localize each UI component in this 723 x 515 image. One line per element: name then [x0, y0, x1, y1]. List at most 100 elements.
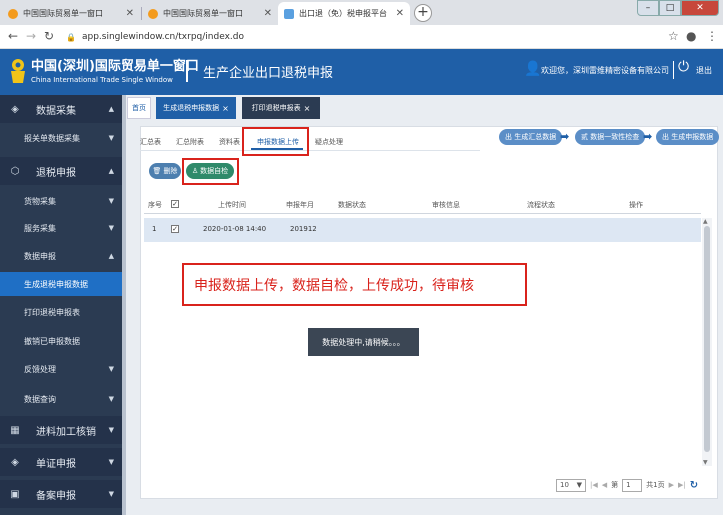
consistency-check-button[interactable]: 贰 数据一致性检查 — [575, 129, 646, 145]
subtab-material[interactable]: 资料表 — [219, 137, 240, 147]
browser-tab-3[interactable]: 出口退（免）税申报平台 ✕ — [278, 2, 410, 25]
sidebar-item-refund-declaration[interactable]: ⬡ 退税申报 ▲ — [0, 157, 122, 185]
reload-icon[interactable]: ↻ — [44, 29, 54, 43]
emblem-icon — [11, 59, 25, 83]
address-bar: ← → ↻ 🔒 app.singlewindow.cn/txrpq/index.… — [0, 25, 723, 49]
chevron-up-icon: ▲ — [108, 105, 114, 113]
tab-label: 生成退税申报数据 — [163, 104, 220, 112]
logout-link[interactable]: 退出 — [696, 65, 712, 76]
trash-icon: 🗑 — [152, 167, 162, 175]
scroll-up-icon[interactable]: ▲ — [703, 218, 708, 225]
window-controls: – □ ✕ — [637, 0, 719, 16]
refresh-icon[interactable]: ↻ — [690, 480, 698, 491]
subtab-summary-attachment[interactable]: 汇总附表 — [176, 137, 204, 147]
pagination: 10 ▼ |◀ ◀ 第 1 共1页 ▶ ▶| ↻ — [556, 478, 698, 492]
page-size-select[interactable]: 10 ▼ — [556, 478, 586, 492]
page-number-input[interactable]: 1 — [622, 478, 643, 492]
layers-icon: ◈ — [11, 456, 19, 468]
sidebar-item-filing-declaration[interactable]: ▣ 备案申报 ▼ — [0, 480, 122, 508]
generate-declaration-button[interactable]: 出 生成申报数据 — [656, 129, 720, 145]
table-scrollbar[interactable]: ▲ ▼ — [702, 218, 712, 466]
period-cell: 201912 — [290, 225, 317, 233]
prev-page-icon[interactable]: ◀ — [602, 481, 607, 489]
chevron-up-icon: ▲ — [108, 252, 114, 260]
row-index: 1 — [152, 225, 157, 233]
subtab-doubt-handling[interactable]: 疑点处理 — [315, 137, 343, 147]
last-page-icon[interactable]: ▶| — [678, 481, 686, 489]
export-icon: 出 — [505, 133, 512, 141]
menu-icon[interactable]: ⋮ — [706, 29, 718, 43]
sidebar-item-label: 服务采集 — [24, 223, 56, 233]
close-icon[interactable]: × — [222, 104, 229, 113]
table-row[interactable]: 1 ✓ 2020-01-08 14:40 201912 — [144, 218, 701, 242]
sidebar-item-customs-collection[interactable]: 报关单数据采集 ▼ — [0, 126, 122, 150]
sidebar-item-label: 数据查询 — [24, 394, 56, 404]
power-icon[interactable]: ⏻ — [678, 59, 689, 75]
close-window-button[interactable]: ✕ — [681, 0, 719, 16]
export-icon: 出 — [662, 133, 669, 141]
account-icon[interactable]: ● — [686, 29, 696, 43]
sidebar-item-label: 数据采集 — [36, 105, 76, 117]
sidebar-item-feedback[interactable]: 反馈处理 ▼ — [0, 357, 122, 381]
sidebar-item-document-declaration[interactable]: ◈ 单证申报 ▼ — [0, 448, 122, 476]
close-icon[interactable]: × — [304, 104, 311, 113]
close-icon[interactable]: ✕ — [126, 8, 134, 19]
button-label: 删除 — [163, 167, 178, 175]
close-icon[interactable]: ✕ — [264, 8, 272, 19]
tab-label: 首页 — [132, 104, 146, 112]
site-subtitle: China International Trade Single Window — [31, 76, 173, 84]
browser-tab-2[interactable]: 中国国际贸易单一窗口 ✕ — [142, 2, 278, 25]
site-name: 中国(深圳)国际贸易单一窗口 — [31, 59, 199, 74]
button-label: 生成汇总数据 — [514, 133, 557, 141]
tab-home[interactable]: 首页 — [127, 97, 151, 119]
button-label: 生成申报数据 — [671, 133, 714, 141]
column-header: 数据状态 — [338, 201, 366, 209]
generate-summary-button[interactable]: 出 生成汇总数据 — [499, 129, 563, 145]
browser-tab-1[interactable]: 中国国际贸易单一窗口 ✕ — [2, 2, 140, 25]
layers-icon: ◈ — [11, 103, 19, 115]
sidebar-item-data-query[interactable]: 数据查询 ▼ — [0, 387, 122, 411]
page-number-value: 1 — [626, 481, 631, 489]
minimize-button[interactable]: – — [637, 0, 659, 16]
subtab-summary[interactable]: 汇总表 — [140, 137, 161, 147]
header-divider — [673, 61, 674, 79]
forward-arrow-icon[interactable]: → — [26, 29, 36, 43]
sidebar-item-print-refund-form[interactable]: 打印退税申报表 — [0, 300, 122, 324]
sidebar-item-processing-verification[interactable]: ▦ 进料加工核销 ▼ — [0, 416, 122, 444]
content-tabs: 首页 生成退税申报数据 × 打印退税申报表 × — [126, 97, 723, 121]
next-page-icon[interactable]: ▶ — [669, 481, 674, 489]
back-arrow-icon[interactable]: ← — [8, 29, 18, 43]
chevron-down-icon: ▼ — [576, 481, 582, 489]
sidebar-item-data-declaration[interactable]: 数据申报 ▲ — [0, 244, 122, 268]
sidebar-item-generate-refund-data[interactable]: 生成退税申报数据 — [0, 272, 122, 296]
scroll-thumb[interactable] — [704, 226, 710, 452]
sidebar-item-label: 反馈处理 — [24, 364, 56, 374]
first-page-icon[interactable]: |◀ — [590, 481, 598, 489]
arrow-right-icon: ➡ — [643, 130, 653, 143]
select-all-checkbox[interactable]: ✓ — [171, 200, 179, 208]
delete-button[interactable]: 🗑 删除 — [149, 163, 181, 179]
sidebar-item-label: 生成退税申报数据 — [24, 279, 88, 289]
sidebar-item-data-collection[interactable]: ◈ 数据采集 ▲ — [0, 95, 122, 123]
new-tab-button[interactable]: + — [414, 4, 432, 22]
scroll-down-icon[interactable]: ▼ — [703, 459, 708, 466]
row-checkbox[interactable]: ✓ — [171, 225, 179, 233]
url-field[interactable]: 🔒 app.singlewindow.cn/txrpq/index.do — [60, 28, 650, 46]
sidebar-item-label: 进料加工核销 — [36, 426, 96, 438]
highlight-box — [182, 158, 239, 185]
close-icon[interactable]: ✕ — [396, 8, 404, 19]
tab-print-refund-form[interactable]: 打印退税申报表 × — [242, 97, 320, 119]
sidebar-item-revoke-declared[interactable]: 撤销已申报数据 — [0, 329, 122, 353]
welcome-text: 欢迎您，深圳雷维精密设备有限公司 — [541, 66, 669, 75]
column-header: 流程状态 — [527, 201, 555, 209]
sidebar-item-goods-collection[interactable]: 货物采集 ▼ — [0, 189, 122, 213]
sidebar-item-label: 货物采集 — [24, 196, 56, 206]
sidebar-item-service-collection[interactable]: 服务采集 ▼ — [0, 216, 122, 240]
maximize-button[interactable]: □ — [659, 0, 681, 16]
star-icon[interactable]: ☆ — [668, 29, 679, 43]
sidebar-item-label: 单证申报 — [36, 458, 76, 470]
chevron-down-icon: ▼ — [108, 395, 114, 403]
upload-time-cell: 2020-01-08 14:40 — [203, 225, 267, 233]
page-total: 共1页 — [646, 481, 665, 489]
tab-generate-refund-data[interactable]: 生成退税申报数据 × — [156, 97, 236, 119]
